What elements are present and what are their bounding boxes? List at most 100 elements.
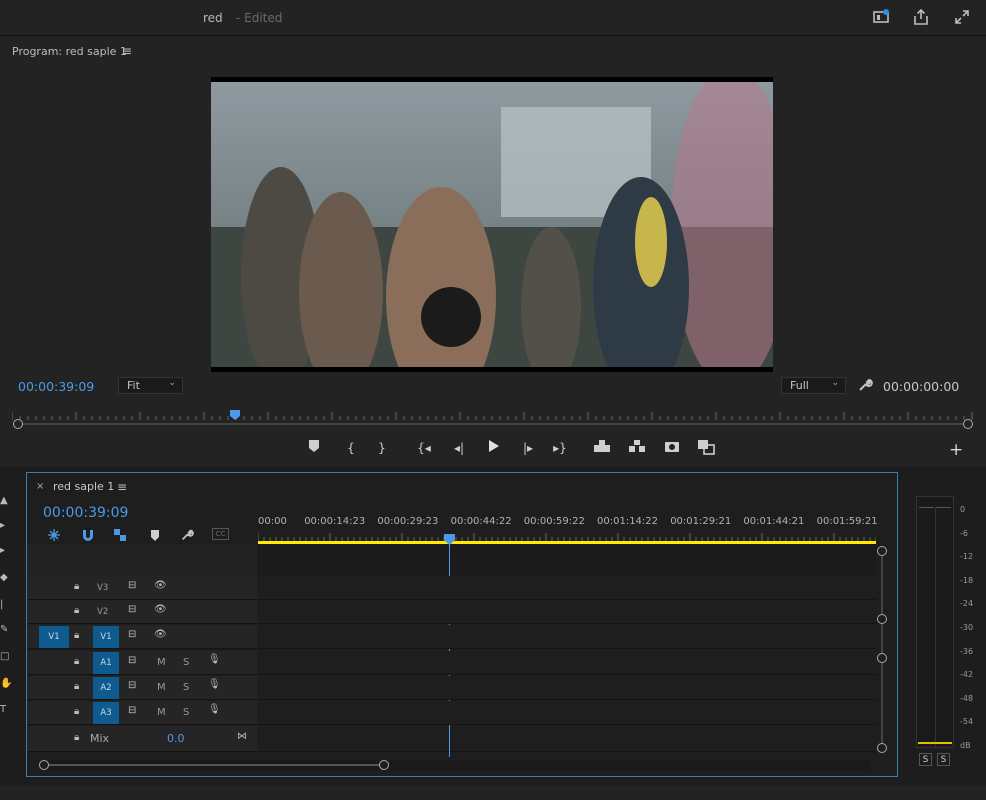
track-select-tool-icon[interactable]: ▸ (0, 520, 12, 532)
extract-icon[interactable] (628, 439, 646, 457)
timeline-panel: × red saple 1 ≡ 00:00:39:09 CC 00:00 00:0… (26, 472, 898, 777)
program-ruler[interactable] (11, 407, 974, 421)
captions-icon[interactable]: CC (212, 528, 229, 540)
vscroll-handle-bottom[interactable] (877, 743, 887, 753)
hand-tool-icon[interactable]: ✋ (0, 678, 12, 690)
video-lane-v2 (258, 600, 876, 624)
vertical-scrollbar[interactable] (881, 551, 883, 751)
play-icon[interactable] (484, 439, 502, 457)
lock-icon[interactable]: 🔒︎ (74, 681, 79, 692)
ruler-label: 00:01:59:21 (816, 516, 878, 527)
add-marker-icon[interactable] (149, 527, 161, 541)
mark-out-icon[interactable]: } (373, 439, 391, 457)
nest-toggle-icon[interactable] (47, 527, 61, 541)
scroll-handle-right[interactable] (963, 419, 973, 429)
track-name-v3[interactable]: V3 (97, 583, 108, 593)
lock-icon[interactable]: 🔒︎ (74, 656, 79, 667)
lock-icon[interactable]: 🔒︎ (74, 581, 79, 592)
horizontal-scroll-thumb[interactable] (44, 764, 384, 766)
snap-icon[interactable] (81, 527, 95, 541)
zoom-select[interactable]: Fit ⌄ (118, 377, 183, 394)
panel-menu-icon[interactable]: ≡ (117, 480, 127, 494)
vscroll-handle-top[interactable] (877, 546, 887, 556)
mute-button[interactable]: M (157, 682, 166, 693)
eye-icon[interactable]: 👁︎ (154, 629, 167, 640)
add-button-icon[interactable]: + (949, 440, 963, 460)
step-back-icon[interactable]: ◂| (450, 439, 468, 457)
meter-divider (935, 507, 936, 747)
lock-icon[interactable]: 🔒︎ (74, 706, 79, 717)
timeline-playhead[interactable] (444, 530, 455, 545)
compare-icon[interactable] (697, 439, 715, 457)
solo-button[interactable]: S (183, 657, 189, 668)
program-timecode[interactable]: 00:00:39:09 (18, 379, 94, 394)
close-tab-icon[interactable]: × (36, 481, 44, 492)
source-patch-v1[interactable]: V1 (39, 626, 69, 648)
linked-selection-icon[interactable] (113, 527, 127, 541)
sync-lock-icon[interactable]: ⊟ (128, 680, 136, 691)
timeline-ruler[interactable]: 00:00 00:00:14:23 00:00:29:23 00:00:44:22 00… (258, 473, 878, 543)
resolution-select[interactable]: Full ⌄ (781, 377, 846, 394)
track-target-a3[interactable]: A3 (93, 702, 119, 724)
mute-button[interactable]: M (157, 707, 166, 718)
audio-lane-a2 (258, 676, 876, 700)
hscroll-handle-left[interactable] (39, 760, 49, 770)
sync-lock-icon[interactable]: ⊟ (128, 604, 136, 615)
wrench-icon[interactable] (857, 377, 873, 393)
selection-tool-icon[interactable]: ▲ (0, 495, 12, 507)
pen-tool-icon[interactable]: ✎ (0, 624, 12, 636)
step-forward-icon[interactable]: |▸ (519, 439, 537, 457)
lock-icon[interactable]: 🔒︎ (74, 605, 79, 616)
solo-button[interactable]: S (183, 707, 189, 718)
solo-button[interactable]: S (183, 682, 189, 693)
microphone-icon[interactable]: 🎙︎ (208, 679, 221, 690)
audio-lane-a1 (258, 651, 876, 675)
add-marker-icon[interactable] (305, 439, 323, 457)
fullscreen-icon[interactable] (953, 8, 973, 28)
sync-lock-icon[interactable]: ⊟ (128, 580, 136, 591)
microphone-icon[interactable]: 🎙︎ (208, 654, 221, 665)
sequence-tab[interactable]: red saple 1 (53, 480, 114, 493)
export-frame-icon[interactable] (663, 439, 681, 457)
track-target-v1[interactable]: V1 (93, 626, 119, 648)
solo-left-button[interactable]: S (919, 753, 932, 766)
lock-icon[interactable]: 🔒︎ (74, 630, 79, 641)
video-track-header: 🔒︎ V3 ⊟ 👁︎ (27, 576, 257, 600)
track-empty-area (258, 544, 876, 576)
eye-icon[interactable]: 👁︎ (154, 604, 167, 615)
program-title[interactable]: Program: red saple 1 (12, 45, 127, 58)
vscroll-handle-mid-bottom[interactable] (877, 653, 887, 663)
go-to-in-icon[interactable]: {◂ (415, 439, 433, 457)
mark-in-icon[interactable]: { (342, 439, 360, 457)
sync-lock-icon[interactable]: ⊟ (128, 705, 136, 716)
track-name-v2[interactable]: V2 (97, 607, 108, 617)
rectangle-tool-icon[interactable]: □ (0, 651, 12, 663)
sync-lock-icon[interactable]: ⊟ (128, 655, 136, 666)
vscroll-handle-mid-top[interactable] (877, 614, 887, 624)
share-icon[interactable] (912, 8, 932, 28)
hscroll-handle-right[interactable] (379, 760, 389, 770)
track-target-a2[interactable]: A2 (93, 677, 119, 699)
program-scrollbar[interactable] (18, 423, 968, 425)
quick-export-icon[interactable] (872, 8, 892, 28)
mix-volume-value[interactable]: 0.0 (167, 732, 185, 745)
panel-menu-icon[interactable]: ≡ (122, 44, 132, 58)
program-playhead[interactable] (230, 405, 241, 420)
sync-lock-icon[interactable]: ⊟ (128, 629, 136, 640)
lift-icon[interactable] (593, 439, 611, 457)
scroll-handle-left[interactable] (13, 419, 23, 429)
mute-button[interactable]: M (157, 657, 166, 668)
microphone-icon[interactable]: 🎙︎ (208, 704, 221, 715)
go-to-out-icon[interactable]: ▸} (551, 439, 569, 457)
bowtie-icon[interactable]: ⋈ (237, 731, 247, 742)
timeline-timecode[interactable]: 00:00:39:09 (43, 505, 128, 521)
track-target-a1[interactable]: A1 (93, 652, 119, 674)
solo-right-button[interactable]: S (937, 753, 950, 766)
wrench-icon[interactable] (180, 527, 194, 541)
eye-icon[interactable]: 👁︎ (154, 580, 167, 591)
slip-tool-icon[interactable]: | (0, 599, 12, 611)
ripple-edit-tool-icon[interactable]: ▸ (0, 545, 12, 557)
razor-tool-icon[interactable]: ◆ (0, 572, 12, 584)
type-tool-icon[interactable]: T (0, 704, 12, 716)
lock-icon[interactable]: 🔒︎ (74, 732, 79, 743)
